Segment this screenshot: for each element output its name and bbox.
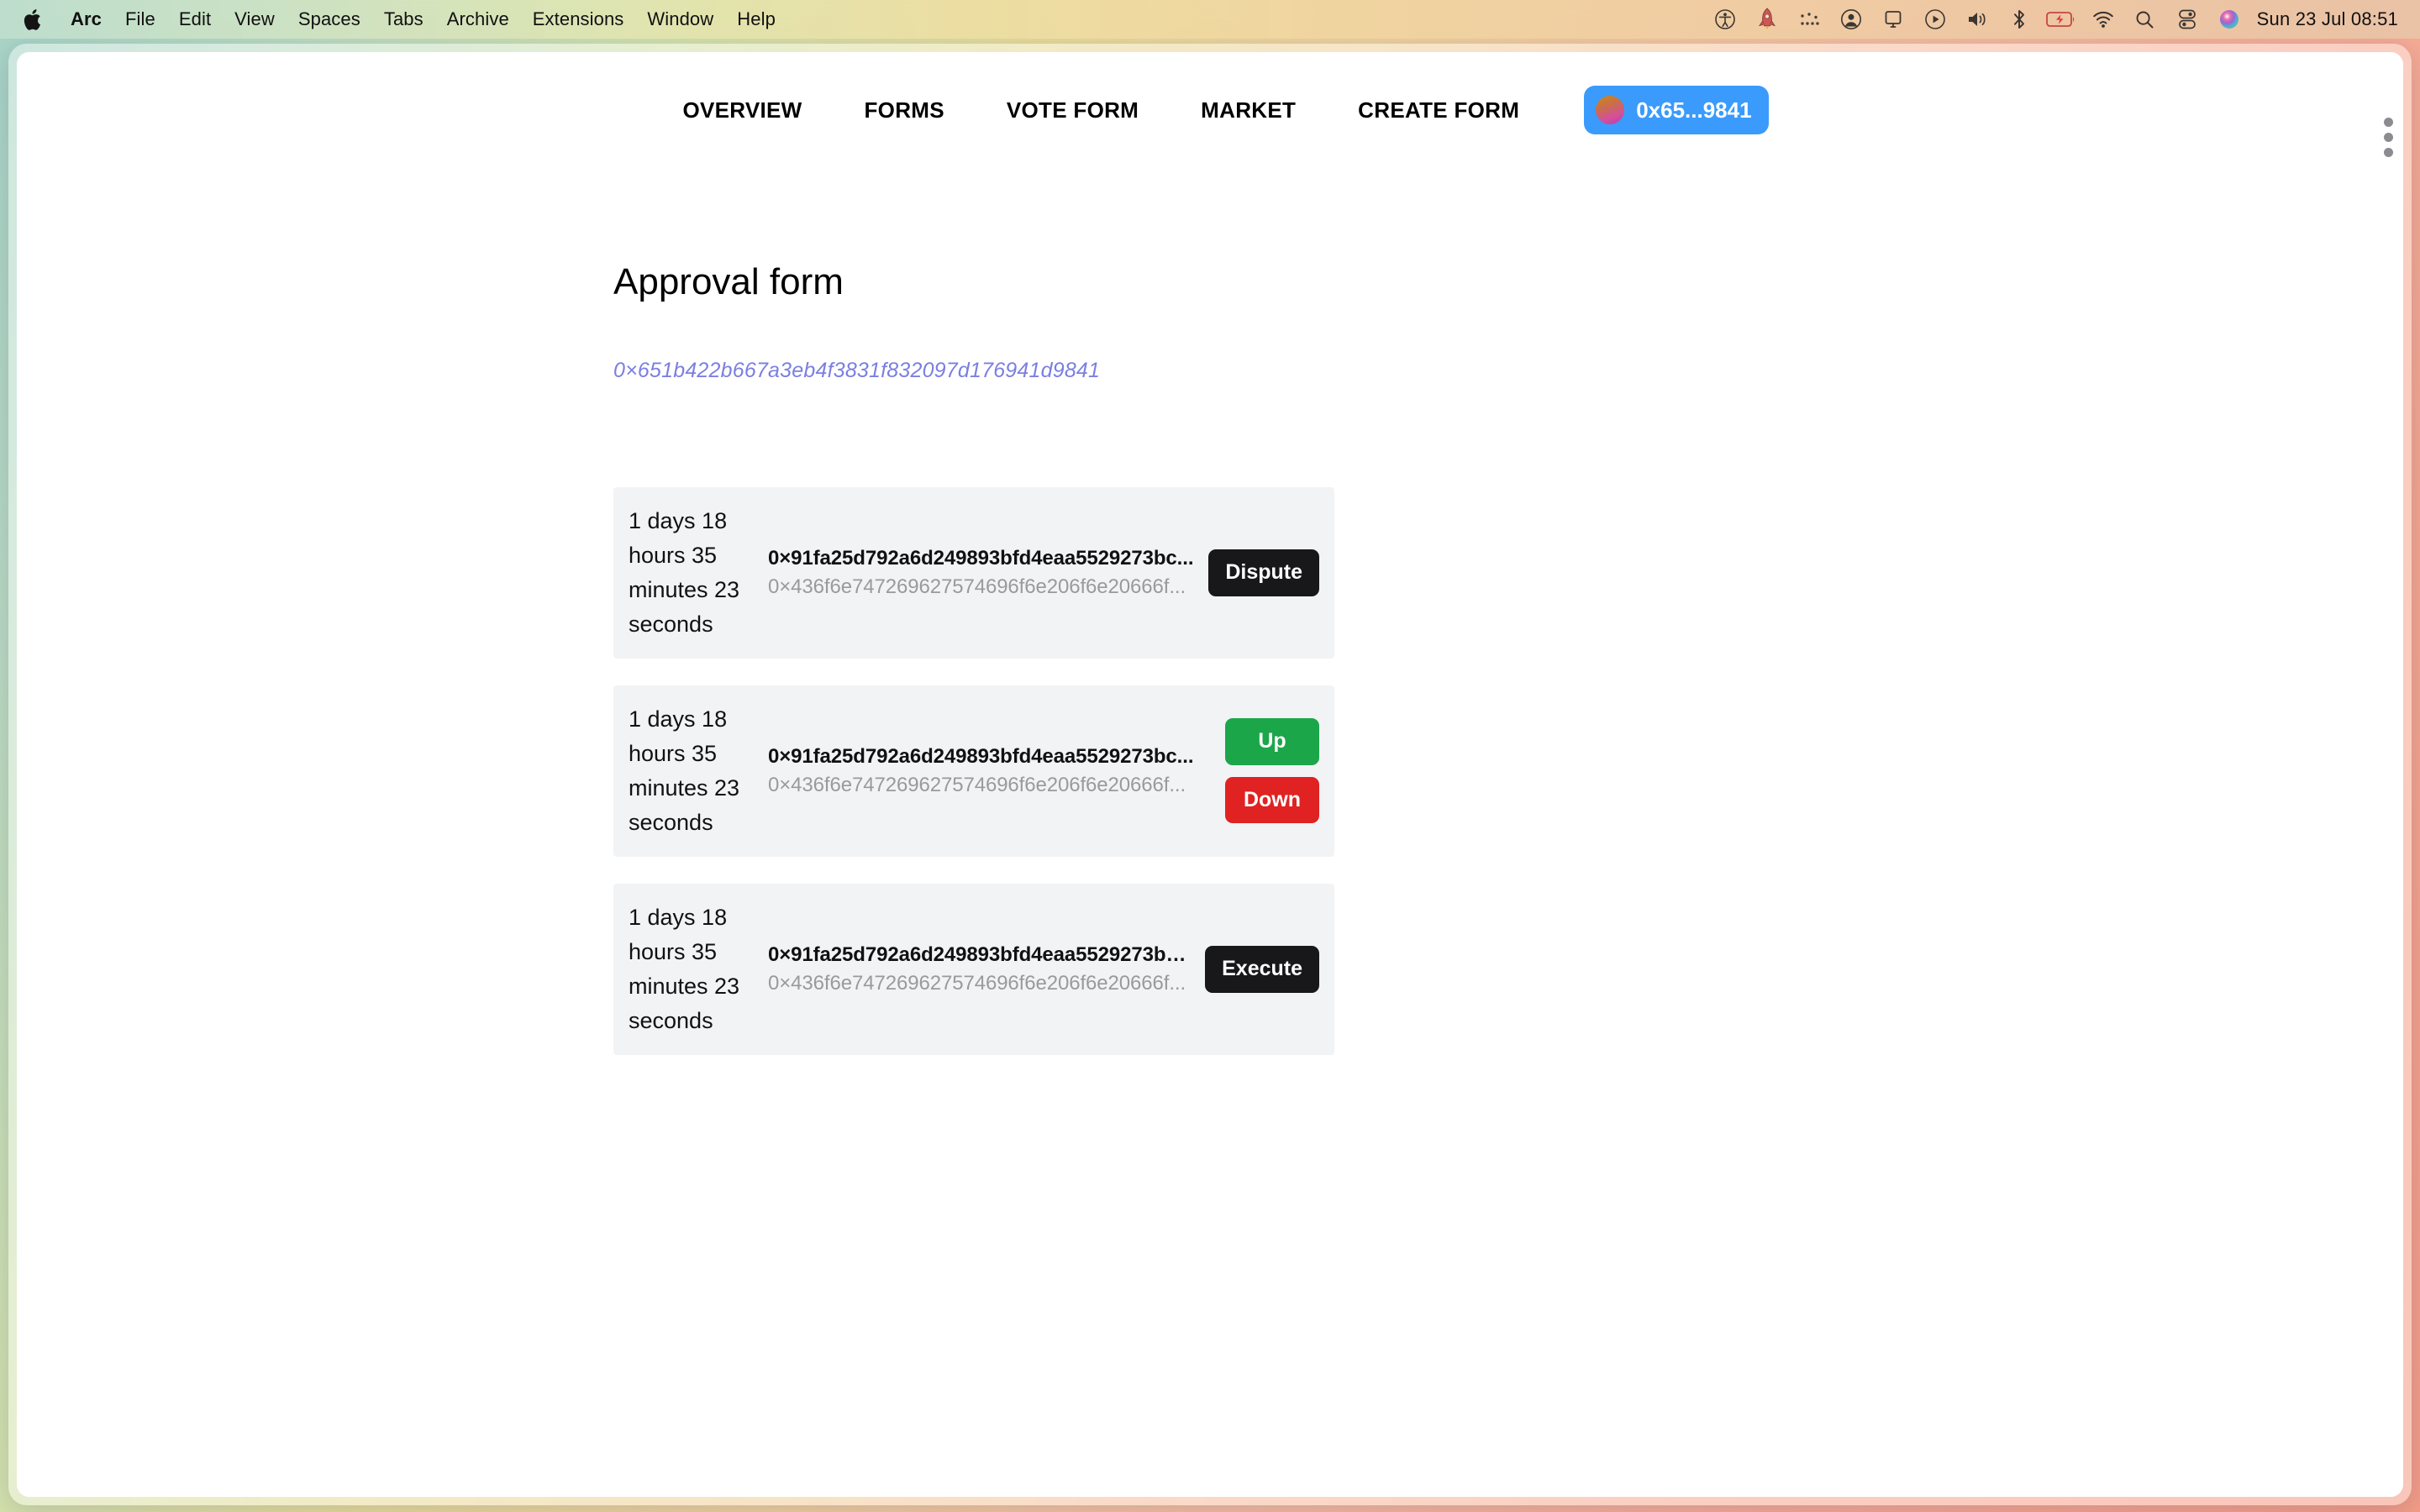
stats-rocket-icon[interactable] (1746, 0, 1788, 39)
card-actions: Execute (1205, 946, 1319, 993)
battery-charging-icon[interactable] (2040, 0, 2082, 39)
page-title: Approval form (613, 261, 844, 302)
card-hash-primary: 0×91fa25d792a6d249893bfd4eaa5529273bc... (768, 744, 1194, 768)
handle-dot (2383, 118, 2393, 127)
card-countdown-timer: 1 days 18 hours 35 minutes 23 seconds (629, 507, 740, 637)
browser-viewport: Overview Forms Vote form Market Create f… (17, 52, 2403, 1497)
nav-link-create-form[interactable]: Create form (1327, 97, 1550, 123)
user-account-icon[interactable] (1830, 0, 1872, 39)
handle-dot (2383, 148, 2393, 157)
card-hash-secondary: 0×436f6e747269627574696f6e206f6e20666f..… (768, 575, 1186, 598)
form-card-list: 1 days 18 hours 35 minutes 23 seconds 0×… (613, 486, 1334, 1056)
accessibility-icon[interactable] (1704, 0, 1746, 39)
card-actions: Up Down (1225, 718, 1319, 824)
desktop-background: Arc File Edit View Spaces Tabs Archive E… (0, 0, 2420, 1512)
card-actions: Dispute (1208, 549, 1319, 596)
wallet-address-label: 0x65...9841 (1636, 97, 1752, 123)
play-circle-icon[interactable] (1914, 0, 1956, 39)
menu-bar-clock[interactable]: Sun 23 Jul 08:51 (2250, 8, 2402, 30)
handle-dot (2383, 133, 2393, 142)
sidebar-resize-handle-icon[interactable] (2381, 118, 2395, 157)
menu-item-extensions[interactable]: Extensions (521, 0, 636, 39)
nav-link-vote-form[interactable]: Vote form (976, 97, 1170, 123)
menu-item-view[interactable]: View (223, 0, 287, 39)
macos-menu-bar: Arc File Edit View Spaces Tabs Archive E… (0, 0, 2420, 39)
dots-menu-icon[interactable] (1788, 0, 1830, 39)
card-hash-group: 0×91fa25d792a6d249893bfd4eaa5529273bc...… (753, 943, 1205, 995)
site-navigation: Overview Forms Vote form Market Create f… (17, 52, 2403, 134)
menu-item-spaces[interactable]: Spaces (287, 0, 372, 39)
main-content: Approval form 0×651b422b667a3eb4f3831f83… (17, 134, 2403, 1056)
card-hash-group: 0×91fa25d792a6d249893bfd4eaa5529273bc...… (753, 745, 1225, 797)
menu-bar-status-items: Sun 23 Jul 08:51 (1704, 0, 2402, 39)
vote-up-button[interactable]: Up (1225, 718, 1319, 765)
web-page: Overview Forms Vote form Market Create f… (17, 52, 2403, 1497)
wifi-icon[interactable] (2082, 0, 2124, 39)
menu-item-archive[interactable]: Archive (435, 0, 521, 39)
control-center-icon[interactable] (2166, 0, 2208, 39)
form-card: 1 days 18 hours 35 minutes 23 seconds 0×… (613, 685, 1334, 858)
card-hash-primary: 0×91fa25d792a6d249893bfd4eaa5529273bc... (768, 546, 1194, 570)
menu-item-arc[interactable]: Arc (59, 0, 113, 39)
contract-address: 0×651b422b667a3eb4f3831f832097d176941d98… (613, 358, 1101, 382)
wallet-avatar-icon (1596, 96, 1625, 124)
menu-item-file[interactable]: File (113, 0, 167, 39)
card-hash-secondary: 0×436f6e747269627574696f6e206f6e20666f..… (768, 773, 1186, 796)
card-hash-primary: 0×91fa25d792a6d249893bfd4eaa5529273bc... (768, 943, 1192, 967)
card-hash-secondary: 0×436f6e747269627574696f6e206f6e20666f..… (768, 972, 1186, 995)
form-card: 1 days 18 hours 35 minutes 23 seconds 0×… (613, 486, 1334, 659)
nav-link-market[interactable]: Market (1170, 97, 1327, 123)
nav-link-forms[interactable]: Forms (834, 97, 976, 123)
menu-item-window[interactable]: Window (635, 0, 725, 39)
browser-window: Overview Forms Vote form Market Create f… (8, 44, 2412, 1505)
menu-item-tabs[interactable]: Tabs (372, 0, 435, 39)
nav-link-overview[interactable]: Overview (651, 97, 833, 123)
vote-down-button[interactable]: Down (1225, 776, 1319, 824)
menu-bar-app-menus: Arc File Edit View Spaces Tabs Archive E… (0, 0, 787, 39)
menu-item-edit[interactable]: Edit (167, 0, 223, 39)
volume-icon[interactable] (1956, 0, 1998, 39)
card-countdown-timer: 1 days 18 hours 35 minutes 23 seconds (629, 905, 740, 1034)
display-icon[interactable] (1872, 0, 1914, 39)
form-card: 1 days 18 hours 35 minutes 23 seconds 0×… (613, 884, 1334, 1056)
wallet-connect-button[interactable]: 0x65...9841 (1584, 86, 1769, 134)
card-countdown-timer: 1 days 18 hours 35 minutes 23 seconds (629, 706, 740, 836)
bluetooth-icon[interactable] (1998, 0, 2040, 39)
menu-item-help[interactable]: Help (725, 0, 787, 39)
card-hash-group: 0×91fa25d792a6d249893bfd4eaa5529273bc...… (753, 547, 1208, 599)
siri-icon[interactable] (2208, 0, 2250, 39)
dispute-button[interactable]: Dispute (1208, 549, 1319, 596)
apple-logo-icon[interactable] (15, 8, 52, 32)
search-icon[interactable] (2124, 0, 2166, 39)
content-column: Approval form 0×651b422b667a3eb4f3831f83… (613, 260, 1706, 1056)
execute-button[interactable]: Execute (1205, 946, 1319, 993)
